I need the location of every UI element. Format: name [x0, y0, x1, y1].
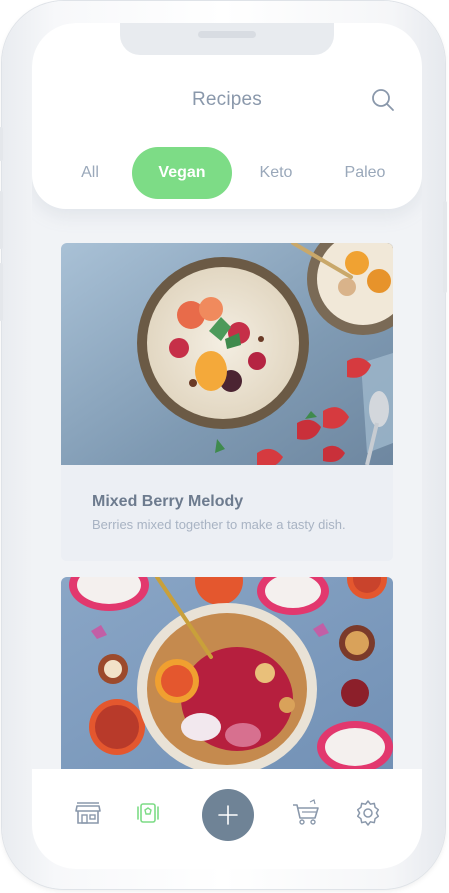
side-button-power [443, 201, 447, 293]
category-tabs: All Vegan Keto Paleo [32, 145, 422, 199]
search-button[interactable] [370, 87, 396, 113]
recipe-title: Mixed Berry Melody [92, 493, 244, 510]
side-button-silent [0, 127, 3, 161]
phone-frame: Recipes All Vegan Keto Paleo Mixed Berry… [0, 1, 447, 889]
nav-cart[interactable] [290, 797, 322, 829]
recipe-description: Berries mixed together to make a tasty d… [92, 517, 346, 532]
gear-icon [356, 800, 380, 826]
search-icon [372, 89, 394, 111]
recipe-card[interactable]: Mixed Berry Melody Berries mixed togethe… [61, 243, 393, 561]
nav-store[interactable] [72, 797, 104, 829]
speaker-grille [198, 31, 256, 38]
app-screen: Recipes All Vegan Keto Paleo Mixed Berry… [32, 23, 422, 869]
recipe-card-icon [137, 803, 159, 823]
nav-recipes[interactable] [132, 797, 164, 829]
tab-vegan[interactable]: Vegan [132, 147, 232, 199]
recipe-feed[interactable]: Mixed Berry Melody Berries mixed togethe… [32, 209, 422, 769]
recipe-info: Mixed Berry Melody Berries mixed togethe… [61, 465, 393, 561]
notch [120, 23, 334, 55]
tab-paleo[interactable]: Paleo [330, 147, 400, 199]
plus-icon [218, 805, 238, 825]
side-button-volume-down [0, 263, 3, 321]
recipe-photo [61, 243, 393, 465]
add-recipe-button[interactable] [202, 789, 254, 841]
page-title: Recipes [191, 89, 263, 110]
storefront-icon [75, 802, 101, 824]
tab-keto[interactable]: Keto [246, 147, 306, 199]
tab-all[interactable]: All [64, 147, 116, 199]
side-button-volume-up [0, 191, 3, 249]
shopping-cart-icon [293, 799, 319, 825]
nav-settings[interactable] [352, 797, 384, 829]
recipe-photo [61, 577, 393, 769]
bottom-navigation [32, 769, 422, 869]
recipe-card[interactable] [61, 577, 393, 769]
